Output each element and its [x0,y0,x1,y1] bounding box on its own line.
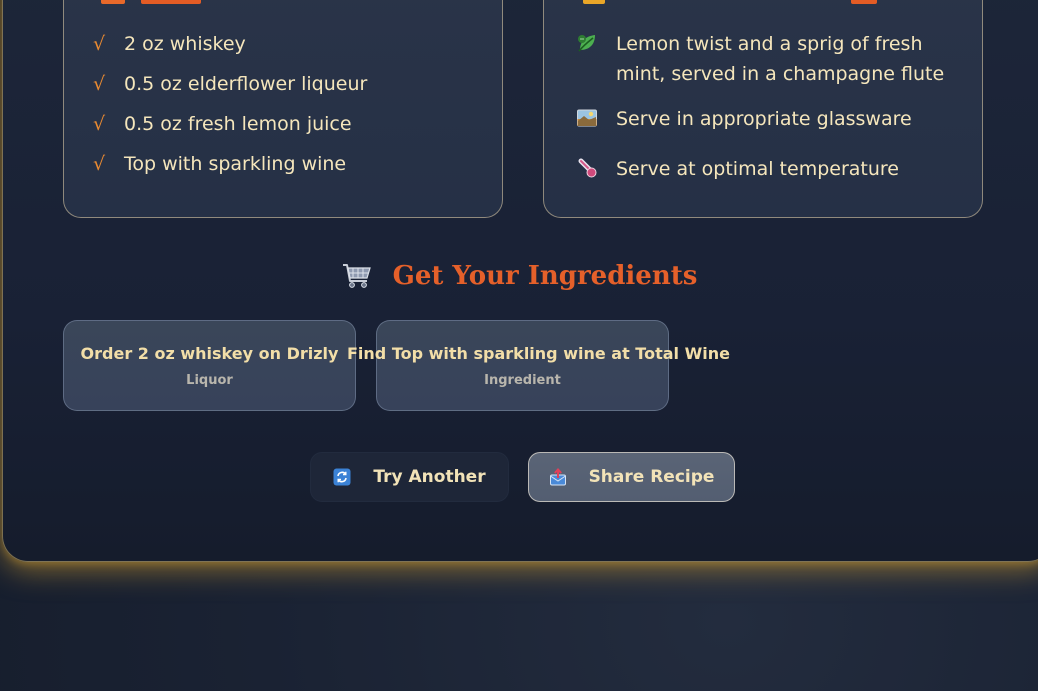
shop-card-title: Find Top with sparkling wine at Total Wi… [347,344,730,363]
ingredient-item: √ 0.5 oz elderflower liqueur [93,69,367,99]
shop-card-subtitle: Liquor [186,373,233,388]
ingredient-text: 2 oz whiskey [124,33,246,55]
drizly-order-card[interactable]: Order 2 oz whiskey on Drizly Liquor [63,320,356,411]
garnish-heading [583,0,878,6]
check-icon: √ [93,73,106,95]
shop-card-subtitle: Ingredient [484,373,561,388]
garnish-text: Lemon twist and a sprig of fresh mint, s… [616,33,945,85]
total-wine-card[interactable]: Find Top with sparkling wine at Total Wi… [347,320,730,411]
shopping-heading-text: Get Your Ingredients [392,261,698,291]
ingredients-heading [101,0,201,6]
share-recipe-label: Share Recipe [588,467,715,487]
thermometer-icon [576,157,598,179]
garnish-text: Serve in appropriate glassware [616,108,912,130]
try-another-label: Try Another [373,467,486,487]
ingredient-text: 0.5 oz fresh lemon juice [124,113,352,135]
shopping-cart-icon [341,260,373,292]
ingredient-text: 0.5 oz elderflower liqueur [124,73,368,95]
garnish-heading-icon [583,0,605,4]
share-icon [549,468,567,486]
check-icon: √ [93,153,106,175]
ingredient-item: √ Top with sparkling wine [93,149,346,179]
herb-icon [576,32,598,54]
ingredient-text: Top with sparkling wine [124,153,347,175]
garnish-item: Serve in appropriate glassware [576,104,956,134]
share-recipe-button[interactable]: Share Recipe [528,452,735,502]
ingredient-item: √ 2 oz whiskey [93,29,246,59]
check-icon: √ [93,33,106,55]
garnish-item: Serve at optimal temperature [576,154,956,184]
shopping-heading: Get Your Ingredients [0,260,1038,292]
glassware-icon [576,107,598,129]
ingredients-heading-icon [101,0,125,4]
garnish-heading-text [851,0,877,4]
ingredients-heading-text [141,0,201,4]
refresh-icon [333,468,351,486]
garnish-text: Serve at optimal temperature [616,158,899,180]
check-icon: √ [93,113,106,135]
ingredient-item: √ 0.5 oz fresh lemon juice [93,109,352,139]
shop-card-title: Order 2 oz whiskey on Drizly [80,344,339,363]
try-another-button[interactable]: Try Another [310,452,509,502]
garnish-item: Lemon twist and a sprig of fresh mint, s… [576,29,956,89]
